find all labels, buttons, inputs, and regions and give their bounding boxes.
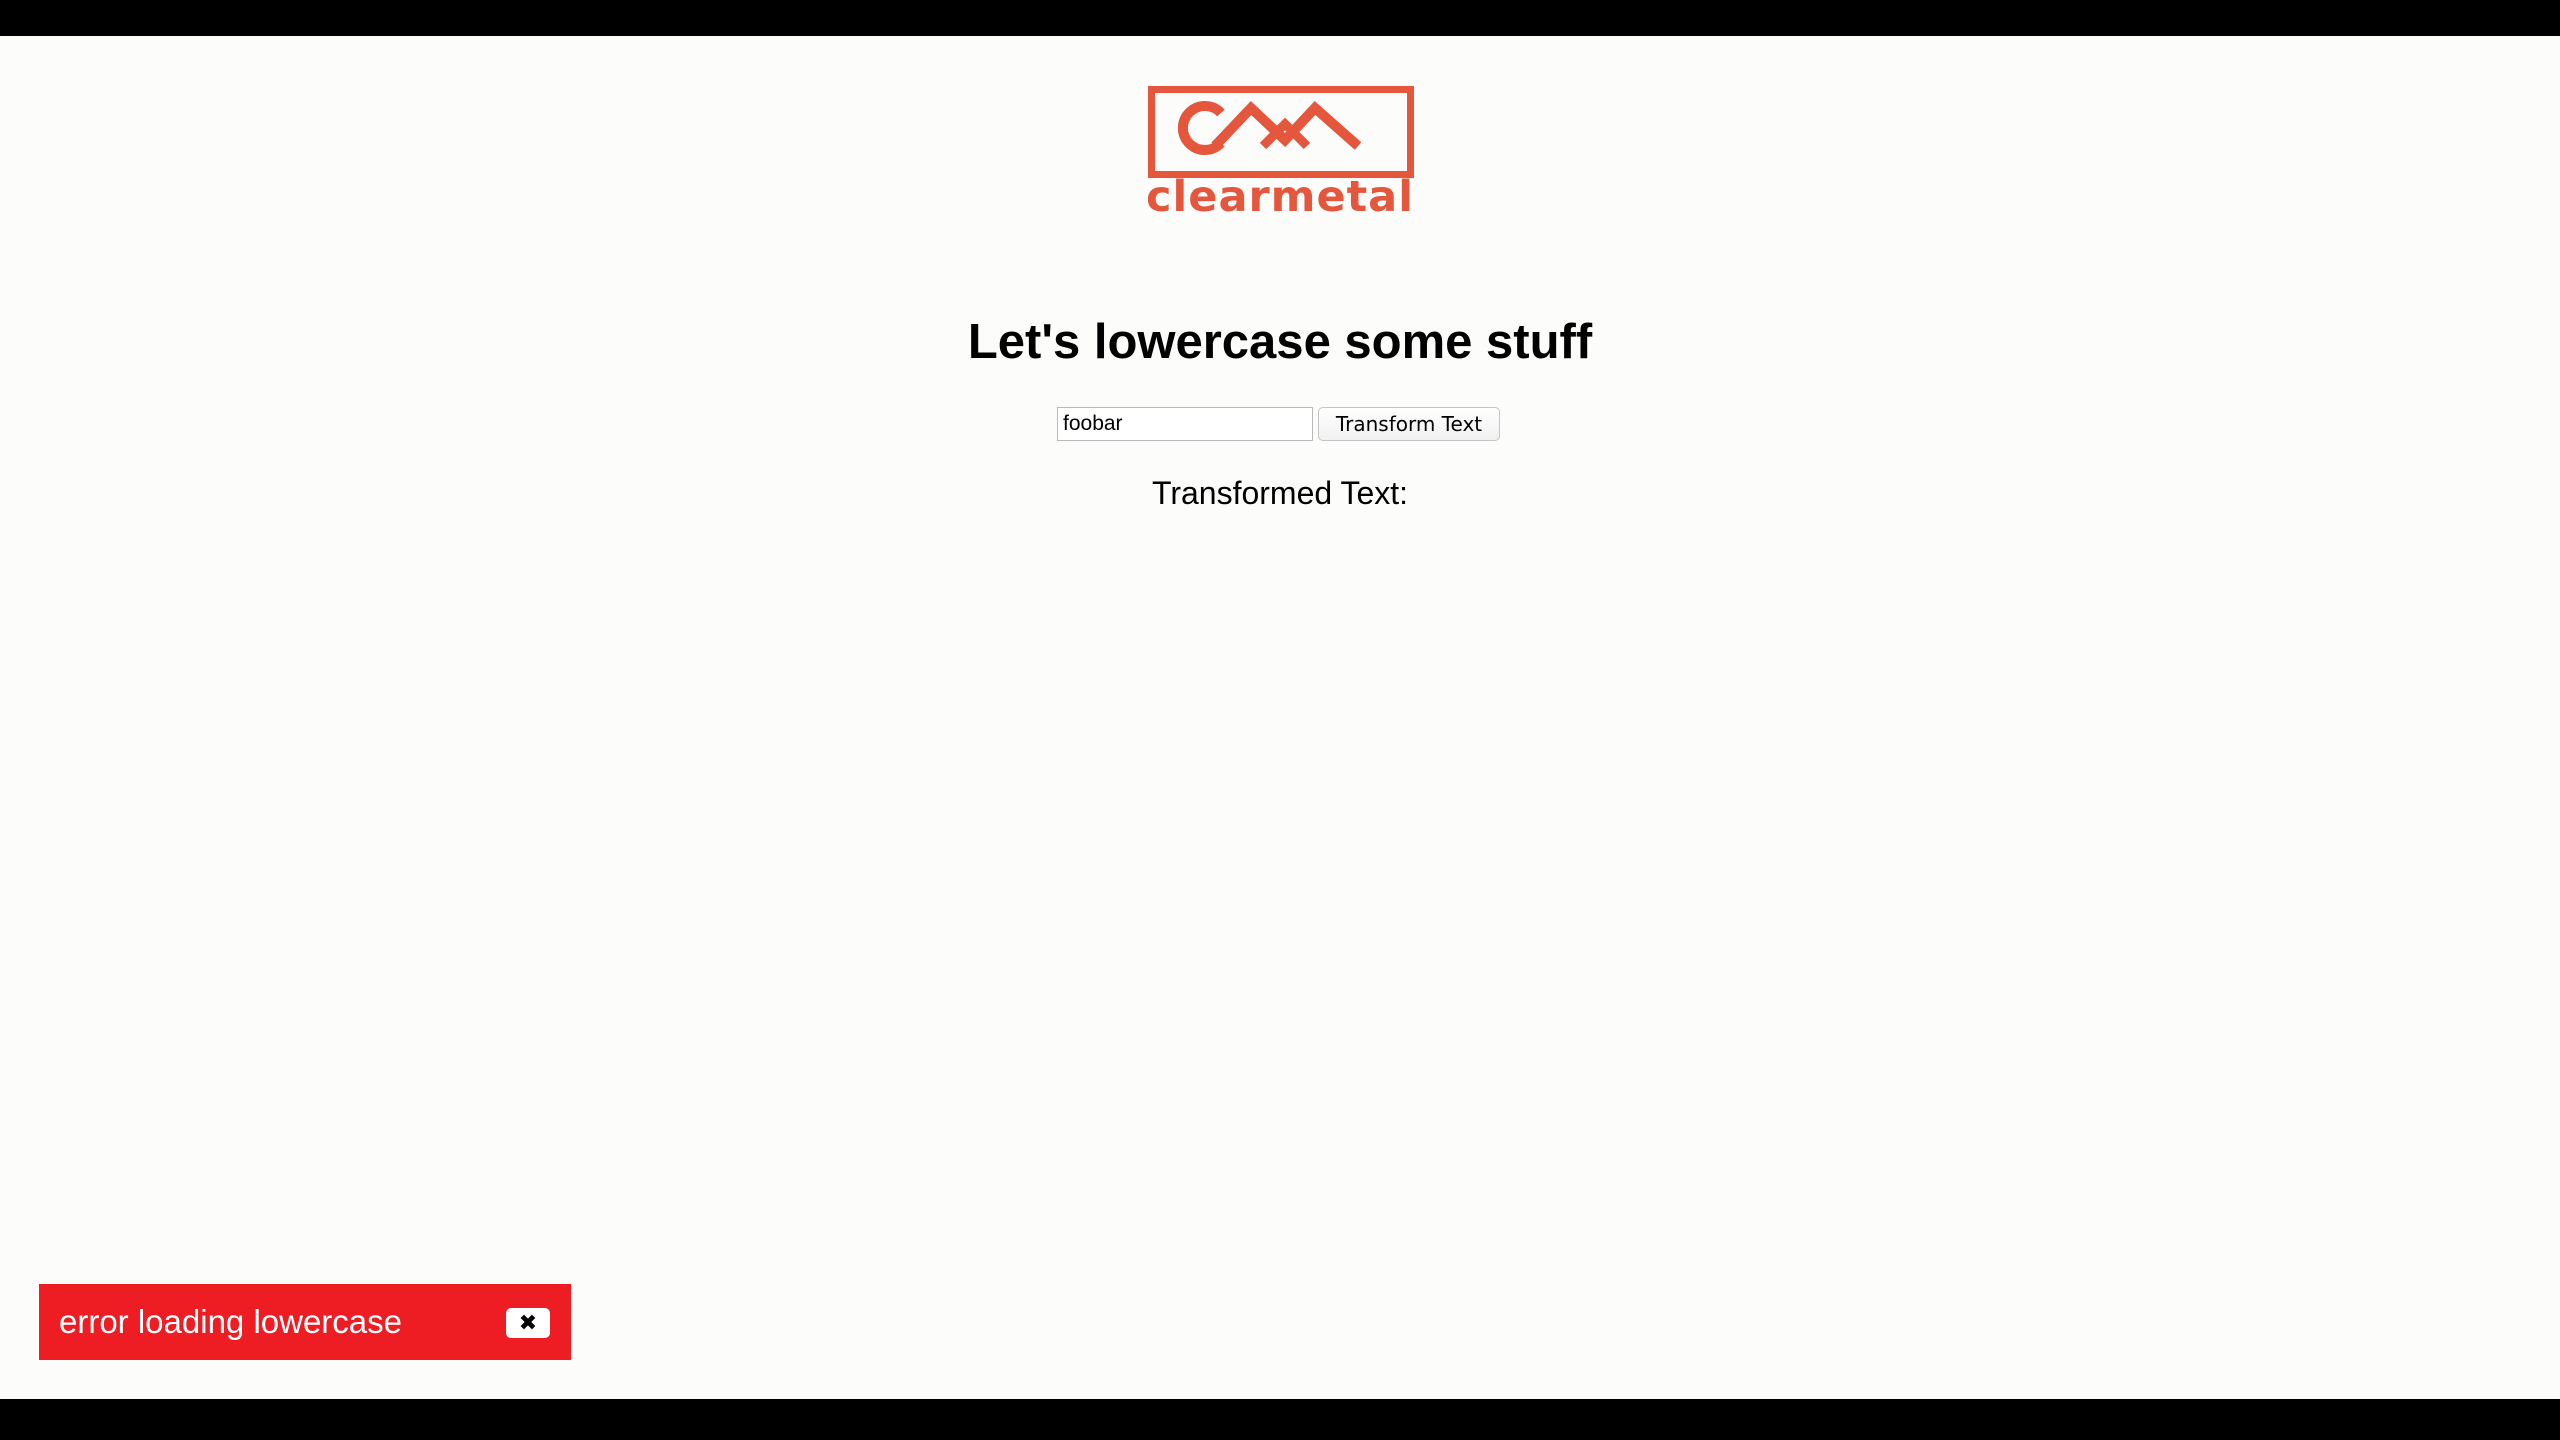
transformed-text-label: Transformed Text: — [1151, 475, 1409, 511]
clearmetal-logo: clearmetal — [1145, 86, 1415, 226]
error-toast-message: error loading lowercase — [59, 1303, 403, 1340]
logo-frame — [1148, 86, 1414, 178]
page-title: Let's lowercase some stuff — [967, 315, 1593, 369]
page-viewport: clearmetal Let's lowercase some stuff Tr… — [0, 36, 2560, 1399]
clearmetal-cm-mark-icon — [1177, 100, 1362, 155]
text-input[interactable] — [1057, 407, 1313, 441]
transform-text-button[interactable]: Transform Text — [1318, 407, 1500, 441]
logo-wordmark: clearmetal — [1146, 172, 1414, 222]
close-icon[interactable]: ✖ — [506, 1308, 550, 1338]
error-toast: error loading lowercase ✖ — [39, 1284, 571, 1360]
